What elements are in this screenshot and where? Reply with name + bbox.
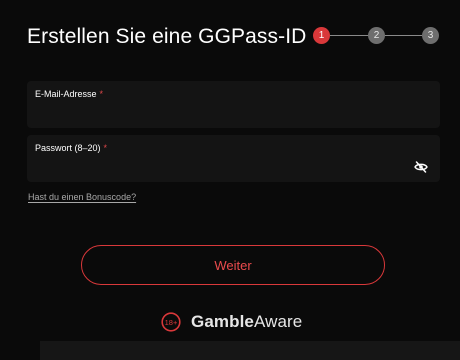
brand-part-1: Gamble bbox=[191, 312, 254, 331]
required-mark: * bbox=[99, 89, 104, 99]
gambleaware-logo: 18+ GambleAware bbox=[161, 311, 302, 333]
step-2: 2 bbox=[368, 27, 385, 44]
password-label-text: Passwort (8–20) bbox=[35, 143, 101, 153]
step-1: 1 bbox=[313, 27, 330, 44]
bottom-panel-edge bbox=[40, 341, 460, 360]
age-badge-text: 18+ bbox=[165, 318, 178, 327]
step-3: 3 bbox=[422, 27, 439, 44]
age-18-plus-icon: 18+ bbox=[161, 312, 181, 332]
step-indicator: 1 2 3 bbox=[313, 27, 439, 44]
brand-part-2: Aware bbox=[253, 312, 303, 331]
email-label: E-Mail-Adresse * bbox=[35, 89, 103, 99]
password-label: Passwort (8–20) * bbox=[35, 143, 107, 153]
step-connector bbox=[385, 35, 422, 36]
email-field[interactable]: E-Mail-Adresse * bbox=[27, 81, 440, 128]
page-title: Erstellen Sie eine GGPass-ID bbox=[27, 25, 307, 48]
email-input[interactable] bbox=[35, 105, 405, 121]
bonus-code-link[interactable]: Hast du einen Bonuscode? bbox=[28, 192, 136, 202]
continue-button[interactable]: Weiter bbox=[81, 245, 385, 285]
required-mark: * bbox=[103, 143, 108, 153]
email-label-text: E-Mail-Adresse bbox=[35, 89, 97, 99]
step-connector bbox=[330, 35, 368, 36]
signup-page: Erstellen Sie eine GGPass-ID 1 2 3 E-Mai… bbox=[0, 0, 460, 360]
gambleaware-wordmark: GambleAware bbox=[191, 312, 302, 332]
password-field[interactable]: Passwort (8–20) * bbox=[27, 135, 440, 182]
eye-off-icon[interactable] bbox=[414, 161, 428, 173]
password-input[interactable] bbox=[35, 159, 405, 175]
